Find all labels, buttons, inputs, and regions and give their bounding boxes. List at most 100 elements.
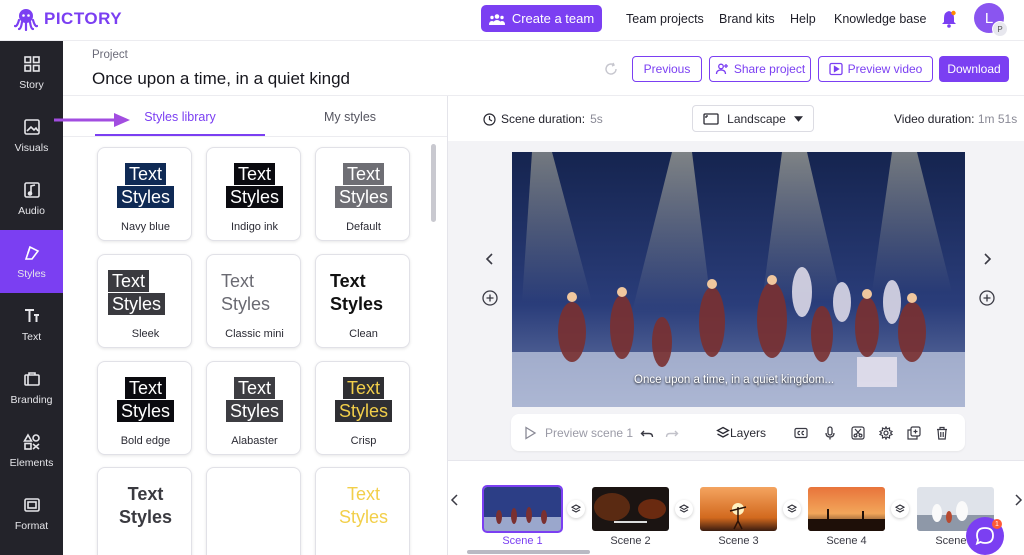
preview-line1: Text: [233, 162, 275, 185]
preview-scene-label[interactable]: Preview scene 1: [545, 426, 633, 440]
add-user-icon: [715, 63, 728, 75]
scene-layers-chip[interactable]: [675, 500, 693, 518]
style-card-alabaster[interactable]: Text Styles Alabaster: [206, 361, 301, 455]
previous-label: Previous: [643, 62, 691, 76]
previous-button[interactable]: Previous: [632, 56, 702, 82]
layers-icon: [895, 504, 905, 513]
layers-button[interactable]: [716, 426, 730, 440]
layers-label[interactable]: Layers: [730, 426, 766, 440]
chevron-left-icon[interactable]: [483, 252, 497, 266]
style-card-indigo-ink[interactable]: Text Styles Indigo ink: [206, 147, 301, 241]
project-title-input[interactable]: Once upon a time, in a quiet kingdo: [92, 69, 350, 91]
style-card-classic-mini[interactable]: Text Styles Classic mini: [206, 254, 301, 348]
preview-line2: Styles: [330, 293, 384, 314]
sidebar-label-format: Format: [14, 519, 49, 532]
style-name: Indigo ink: [230, 221, 279, 233]
style-card-row4-2[interactable]: [206, 467, 301, 555]
trim-button[interactable]: [851, 426, 865, 440]
style-card-row4-3[interactable]: Text Styles: [315, 467, 410, 555]
style-name: Clean: [349, 328, 378, 340]
scene-thumbnail-3[interactable]: [700, 487, 777, 531]
share-project-button[interactable]: Share project: [709, 56, 811, 82]
style-preview: Text Styles: [207, 371, 302, 427]
style-card-sleek[interactable]: Text Styles Sleek: [97, 254, 192, 348]
style-preview: Text Styles: [316, 157, 411, 213]
duplicate-icon: [907, 426, 921, 440]
style-card-default[interactable]: Text Styles Default: [315, 147, 410, 241]
scene-duration-label: Scene duration:: [501, 112, 586, 126]
preview-line2: Styles: [116, 399, 175, 422]
undo-button[interactable]: [640, 426, 654, 440]
style-card-bold-edge[interactable]: Text Styles Bold edge: [97, 361, 192, 455]
styles-scrollbar[interactable]: [431, 144, 436, 222]
scene-thumbnail-4[interactable]: [808, 487, 885, 531]
chevron-right-icon[interactable]: [980, 252, 994, 266]
pictory-logo[interactable]: PICTORY: [14, 7, 122, 31]
notification-bell-icon[interactable]: [941, 10, 957, 28]
scene-layers-chip[interactable]: [783, 500, 801, 518]
style-card-navy-blue[interactable]: Text Styles Navy blue: [97, 147, 192, 241]
sidebar-item-text[interactable]: Text: [0, 293, 63, 356]
create-team-button[interactable]: Create a team: [481, 5, 602, 32]
style-card-crisp[interactable]: Text Styles Crisp: [315, 361, 410, 455]
scene-4-image: [808, 487, 885, 531]
tab-my-styles[interactable]: My styles: [270, 110, 430, 124]
nav-help[interactable]: Help: [790, 12, 816, 26]
image-icon: [23, 118, 40, 135]
nav-brand-kits[interactable]: Brand kits: [719, 12, 775, 26]
octopus-logo-icon: [14, 9, 38, 31]
sidebar-item-format[interactable]: Format: [0, 482, 63, 545]
style-card-row4-1[interactable]: Text Styles: [97, 467, 192, 555]
nav-team-projects[interactable]: Team projects: [626, 12, 704, 26]
nav-knowledge-base[interactable]: Knowledge base: [834, 12, 926, 26]
scene-2-image: [592, 487, 669, 531]
scene-thumbnail-1[interactable]: [482, 485, 563, 533]
preview-video-label: Preview video: [847, 62, 923, 76]
style-name: Alabaster: [231, 435, 278, 447]
download-button[interactable]: Download: [939, 56, 1009, 82]
scene-label-3: Scene 3: [718, 535, 759, 547]
scene-caption[interactable]: Once upon a time, in a quiet kingdom...: [634, 374, 834, 386]
preview-video-button[interactable]: Preview video: [818, 56, 933, 82]
add-scene-after-icon[interactable]: [979, 290, 995, 306]
sidebar-item-branding[interactable]: Branding: [0, 356, 63, 419]
active-tab-indicator: [95, 134, 265, 136]
video-duration-label: Video duration:: [894, 112, 975, 126]
voiceover-button[interactable]: [823, 426, 837, 440]
duplicate-scene-button[interactable]: [907, 426, 921, 440]
timeline-scrollbar[interactable]: [467, 550, 590, 554]
add-scene-before-icon[interactable]: [482, 290, 498, 306]
delete-scene-button[interactable]: [935, 426, 949, 440]
preview-line2: Styles: [225, 399, 284, 422]
sidebar-label-elements: Elements: [9, 456, 54, 469]
preview-line1: Text: [330, 270, 366, 291]
preview-line1: Text: [221, 270, 255, 291]
sidebar-item-story[interactable]: Story: [0, 41, 63, 104]
play-scene-button[interactable]: [523, 426, 537, 440]
preview-line2: Styles: [118, 506, 173, 527]
scene-settings-button[interactable]: [878, 425, 894, 441]
sidebar-label-branding: Branding: [10, 393, 53, 406]
layers-icon: [716, 426, 730, 438]
music-icon: [23, 181, 40, 198]
style-name: Classic mini: [225, 328, 284, 340]
preview-line1: Text: [124, 376, 166, 399]
style-preview: Text Styles: [98, 264, 193, 320]
sidebar-label-audio: Audio: [18, 204, 45, 217]
scene-video-preview[interactable]: [512, 152, 965, 407]
scene-layers-chip[interactable]: [567, 500, 585, 518]
preview-line2: Styles: [334, 399, 393, 422]
orientation-dropdown[interactable]: Landscape: [692, 105, 814, 132]
sidebar-item-elements[interactable]: Elements: [0, 419, 63, 482]
sidebar-label-story: Story: [19, 78, 44, 91]
sidebar-item-styles[interactable]: Styles: [0, 230, 63, 293]
sidebar-item-audio[interactable]: Audio: [0, 167, 63, 230]
timeline-right-arrow-icon[interactable]: [1013, 494, 1023, 506]
sidebar-label-visuals: Visuals: [14, 141, 49, 154]
scene-layers-chip[interactable]: [891, 500, 909, 518]
redo-button[interactable]: [665, 426, 679, 440]
style-card-clean[interactable]: Text Styles Clean: [315, 254, 410, 348]
scene-thumbnail-2[interactable]: [592, 487, 669, 531]
captions-button[interactable]: [794, 426, 808, 440]
timeline-left-arrow-icon[interactable]: [450, 494, 460, 506]
